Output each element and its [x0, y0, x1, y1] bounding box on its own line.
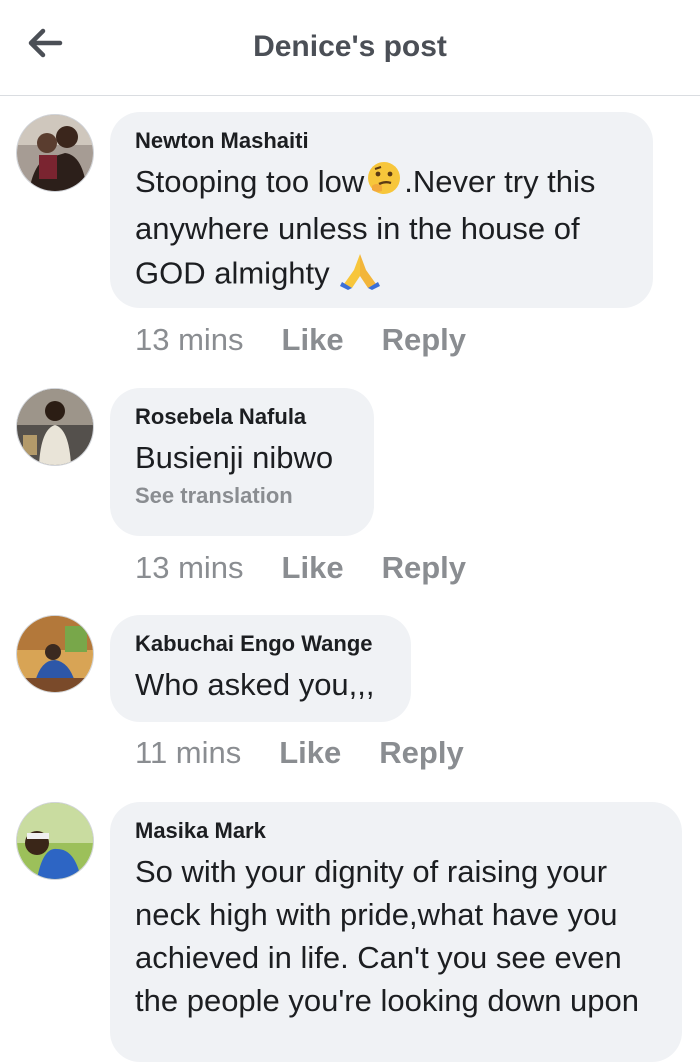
avatar[interactable] — [16, 802, 94, 880]
timestamp[interactable]: 13 mins — [135, 322, 244, 358]
comment-text: So with your dignity of raising your nec… — [135, 854, 640, 1018]
see-translation-link[interactable]: See translation — [135, 483, 348, 509]
comment-text: Busienji nibwo — [135, 440, 334, 475]
avatar[interactable] — [16, 615, 94, 693]
comment-author[interactable]: Kabuchai Engo Wange — [135, 631, 385, 657]
like-button[interactable]: Like — [282, 322, 344, 358]
reply-button[interactable]: Reply — [382, 322, 466, 358]
avatar[interactable] — [16, 114, 94, 192]
comment-bubble: Newton Mashaiti Stooping too low .Never t… — [110, 112, 653, 308]
reply-button[interactable]: Reply — [382, 550, 466, 586]
thinking-face-emoji — [366, 160, 402, 207]
comment-meta: 13 mins Like Reply — [135, 550, 466, 586]
like-button[interactable]: Like — [279, 735, 341, 771]
comment-meta: 13 mins Like Reply — [135, 322, 466, 358]
comment-author[interactable]: Masika Mark — [135, 818, 656, 844]
comment-text: Who asked you,,, — [135, 667, 375, 702]
comment-bubble: Kabuchai Engo Wange Who asked you,,, — [110, 615, 411, 722]
reply-button[interactable]: Reply — [379, 735, 463, 771]
comment-bubble: Masika Mark So with your dignity of rais… — [110, 802, 682, 1062]
comment-text: Stooping too low .Never try this anywhere… — [135, 160, 627, 301]
comment-author[interactable]: Rosebela Nafula — [135, 404, 348, 430]
page-title: Denice's post — [253, 30, 447, 63]
comment-author[interactable]: Newton Mashaiti — [135, 128, 627, 154]
timestamp[interactable]: 13 mins — [135, 550, 244, 586]
comment-bubble: Rosebela Nafula Busienji nibwo See trans… — [110, 388, 374, 536]
folded-hands-emoji — [340, 250, 381, 301]
comment-meta: 11 mins Like Reply — [135, 735, 464, 771]
timestamp[interactable]: 11 mins — [135, 735, 241, 771]
top-bar: Denice's post — [0, 0, 700, 96]
avatar[interactable] — [16, 388, 94, 466]
comment-text-part: Stooping too low — [135, 164, 365, 199]
like-button[interactable]: Like — [282, 550, 344, 586]
